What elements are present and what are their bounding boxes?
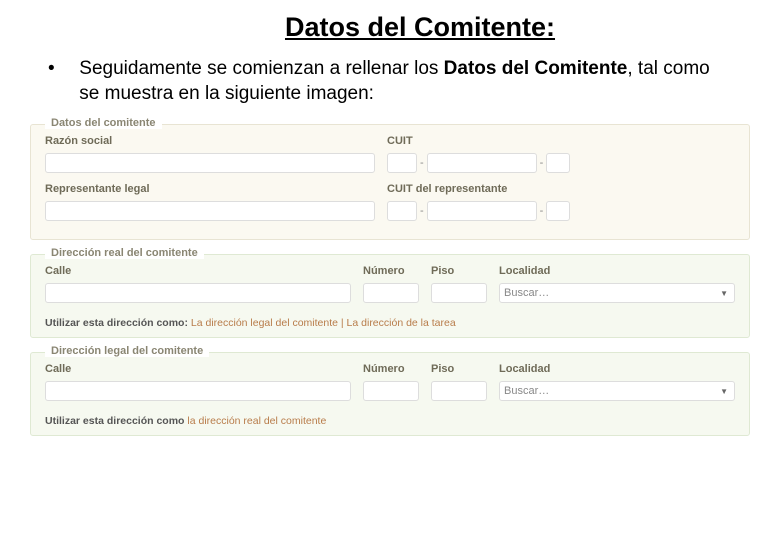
use-label: Utilizar esta dirección como: — [45, 317, 188, 329]
label-piso: Piso — [431, 363, 487, 375]
input-calle[interactable] — [45, 381, 351, 401]
label-numero: Número — [363, 363, 419, 375]
label-cuit: CUIT — [387, 135, 607, 147]
panel-datos-comitente: Datos del comitente Razón social CUIT - … — [30, 124, 750, 240]
input-calle[interactable] — [45, 283, 351, 303]
label-localidad: Localidad — [499, 363, 735, 375]
input-cuit-a[interactable] — [387, 153, 417, 173]
page-title: Datos del Comitente: — [30, 12, 750, 43]
input-piso[interactable] — [431, 283, 487, 303]
select-placeholder: Buscar… — [504, 385, 549, 397]
input-cuit-rep-b[interactable] — [427, 201, 537, 221]
intro-bold: Datos del Comitente — [444, 58, 628, 79]
link-direccion-tarea[interactable]: La dirección de la tarea — [347, 317, 456, 329]
select-placeholder: Buscar… — [504, 287, 549, 299]
panel-title: Datos del comitente — [45, 117, 162, 129]
dash: - — [540, 157, 544, 169]
panel-title: Dirección real del comitente — [45, 247, 204, 259]
select-localidad[interactable]: Buscar… ▼ — [499, 283, 735, 303]
chevron-down-icon: ▼ — [720, 289, 730, 298]
use-address-as: Utilizar esta dirección como: La direcci… — [45, 313, 735, 329]
input-cuit-rep-c[interactable] — [546, 201, 570, 221]
input-piso[interactable] — [431, 381, 487, 401]
bullet: • — [48, 57, 74, 82]
label-razon-social: Razón social — [45, 135, 375, 147]
input-cuit-c[interactable] — [546, 153, 570, 173]
input-cuit-rep-a[interactable] — [387, 201, 417, 221]
separator: | — [338, 317, 347, 329]
link-direccion-legal[interactable]: La dirección legal del comitente — [191, 317, 338, 329]
input-numero[interactable] — [363, 283, 419, 303]
intro-pre: Seguidamente se comienzan a rellenar los — [79, 58, 443, 79]
link-direccion-real[interactable]: la dirección real del comitente — [187, 415, 326, 427]
panel-title: Dirección legal del comitente — [45, 345, 209, 357]
dash: - — [420, 205, 424, 217]
label-piso: Piso — [431, 265, 487, 277]
input-razon-social[interactable] — [45, 153, 375, 173]
label-calle: Calle — [45, 363, 351, 375]
label-cuit-rep: CUIT del representante — [387, 183, 607, 195]
panel-direccion-legal: Dirección legal del comitente Calle Núme… — [30, 352, 750, 436]
label-numero: Número — [363, 265, 419, 277]
label-representante: Representante legal — [45, 183, 375, 195]
label-localidad: Localidad — [499, 265, 735, 277]
use-address-as: Utilizar esta dirección como la direcció… — [45, 411, 735, 427]
input-cuit-b[interactable] — [427, 153, 537, 173]
panel-direccion-real: Dirección real del comitente Calle Númer… — [30, 254, 750, 338]
intro-paragraph: • Seguidamente se comienzan a rellenar l… — [30, 57, 750, 106]
label-calle: Calle — [45, 265, 351, 277]
use-label: Utilizar esta dirección como — [45, 415, 184, 427]
input-numero[interactable] — [363, 381, 419, 401]
select-localidad[interactable]: Buscar… ▼ — [499, 381, 735, 401]
chevron-down-icon: ▼ — [720, 387, 730, 396]
input-representante[interactable] — [45, 201, 375, 221]
dash: - — [540, 205, 544, 217]
dash: - — [420, 157, 424, 169]
